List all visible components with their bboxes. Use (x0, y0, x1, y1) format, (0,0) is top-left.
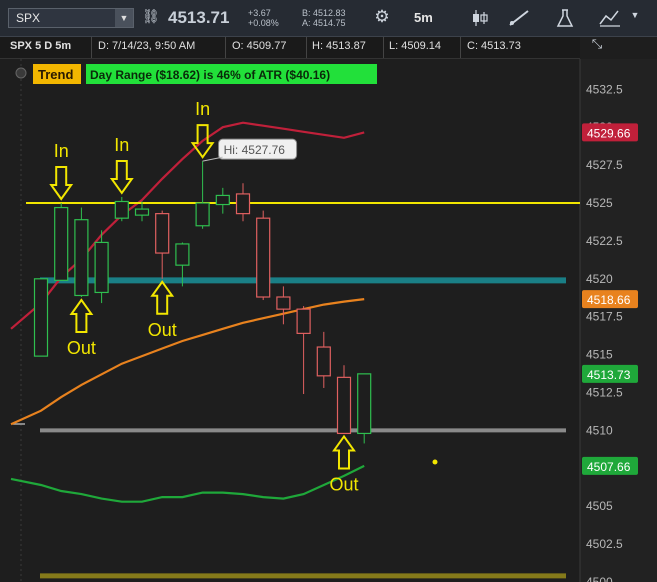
close-value: C: 4513.73 (467, 40, 521, 52)
chevron-down-icon[interactable]: ▼ (628, 10, 642, 20)
day-range-label: Day Range ($18.62) is 46% of ATR ($40.16… (90, 68, 330, 82)
candle-style-icon[interactable] (470, 9, 490, 27)
studies-flask-icon[interactable] (556, 8, 574, 28)
low-value: L: 4509.14 (389, 40, 441, 52)
y-tick-label: 4515 (586, 348, 613, 362)
candle-body (134, 208, 150, 216)
timeframe-selector[interactable]: 5m (414, 10, 433, 25)
y-tick-label: 4510 (586, 423, 613, 437)
trend-label: Trend (38, 67, 73, 82)
net-change: +3.67 +0.08% (248, 8, 279, 28)
candle-body (235, 193, 251, 215)
price-badge-label: 4507.66 (587, 460, 631, 474)
y-tick-label: 4505 (586, 499, 613, 513)
y-tick-label: 4520 (586, 272, 613, 286)
session-marker-icon (15, 67, 27, 79)
y-tick-label: 4527.5 (586, 158, 623, 172)
in-label: In (195, 99, 210, 119)
change-percent: +0.08% (248, 18, 279, 28)
chevron-down-icon[interactable]: ▼ (115, 9, 133, 27)
y-tick-label: 4532.5 (586, 82, 623, 96)
candle-body (276, 296, 291, 310)
candle-body (54, 206, 69, 281)
candle-body (114, 200, 129, 219)
candle-body (316, 346, 331, 377)
y-tick-label: 4500 (586, 575, 613, 582)
candle-body (296, 308, 311, 334)
pattern-icon[interactable] (598, 8, 622, 28)
candle-body (336, 376, 352, 435)
bar-date: D: 7/14/23, 9:50 AM (98, 40, 196, 52)
divider (460, 37, 461, 58)
candle-body (155, 213, 170, 254)
price-badge-label: 4529.66 (587, 126, 631, 140)
symbol-selector[interactable]: SPX ▼ (8, 8, 134, 28)
out-label: Out (148, 320, 177, 340)
in-label: In (114, 135, 129, 155)
in-label: In (54, 141, 69, 161)
y-tick-label: 4517.5 (586, 310, 623, 324)
y-tick-label: 4512.5 (586, 386, 623, 400)
settings-gear-icon[interactable]: ⚙ (372, 7, 392, 29)
candle-body (256, 217, 271, 298)
price-badge-label: 4513.73 (587, 368, 631, 382)
out-label: Out (329, 474, 358, 494)
high-value: H: 4513.87 (312, 40, 366, 52)
chart-title: SPX 5 D 5m (10, 40, 72, 52)
last-price: 4513.71 (168, 8, 230, 27)
y-tick-label: 4525 (586, 196, 613, 210)
marker-dot (432, 459, 438, 465)
divider (225, 37, 226, 58)
divider (306, 37, 307, 58)
candle-body (33, 278, 49, 357)
bid-value: B: 4512.83 (302, 8, 346, 18)
drawing-tools-icon[interactable] (508, 9, 530, 27)
candle-body (357, 373, 372, 435)
bid-ask: B: 4512.83 A: 4514.75 (302, 8, 346, 28)
price-badge-label: 4518.66 (587, 293, 631, 307)
y-tick-label: 4522.5 (586, 234, 623, 248)
high-tooltip-text: Hi: 4527.76 (224, 143, 286, 157)
candle-body (215, 194, 230, 206)
divider (383, 37, 384, 58)
ask-value: A: 4514.75 (302, 18, 346, 28)
out-label: Out (67, 338, 96, 358)
price-chart[interactable]: 4532.545304527.545254522.545204517.54515… (0, 0, 657, 582)
open-value: O: 4509.77 (232, 40, 287, 52)
candle-body (175, 243, 190, 266)
candle-body (94, 241, 109, 294)
collapse-arrows-icon[interactable]: ⤡ (588, 36, 606, 52)
symbol-text: SPX (16, 11, 41, 25)
link-icon[interactable]: ⛓ (142, 8, 160, 28)
change-value: +3.67 (248, 8, 271, 18)
quote-info-bar: SPX 5 D 5m D: 7/14/23, 9:50 AM O: 4509.7… (0, 37, 580, 59)
candle-body (195, 202, 210, 227)
y-tick-label: 4502.5 (586, 537, 623, 551)
chart-toolbar: SPX ▼ ⛓ 4513.71 +3.67 +0.08% B: 4512.83 … (0, 0, 657, 51)
divider (91, 37, 92, 58)
candle-body (74, 219, 89, 297)
